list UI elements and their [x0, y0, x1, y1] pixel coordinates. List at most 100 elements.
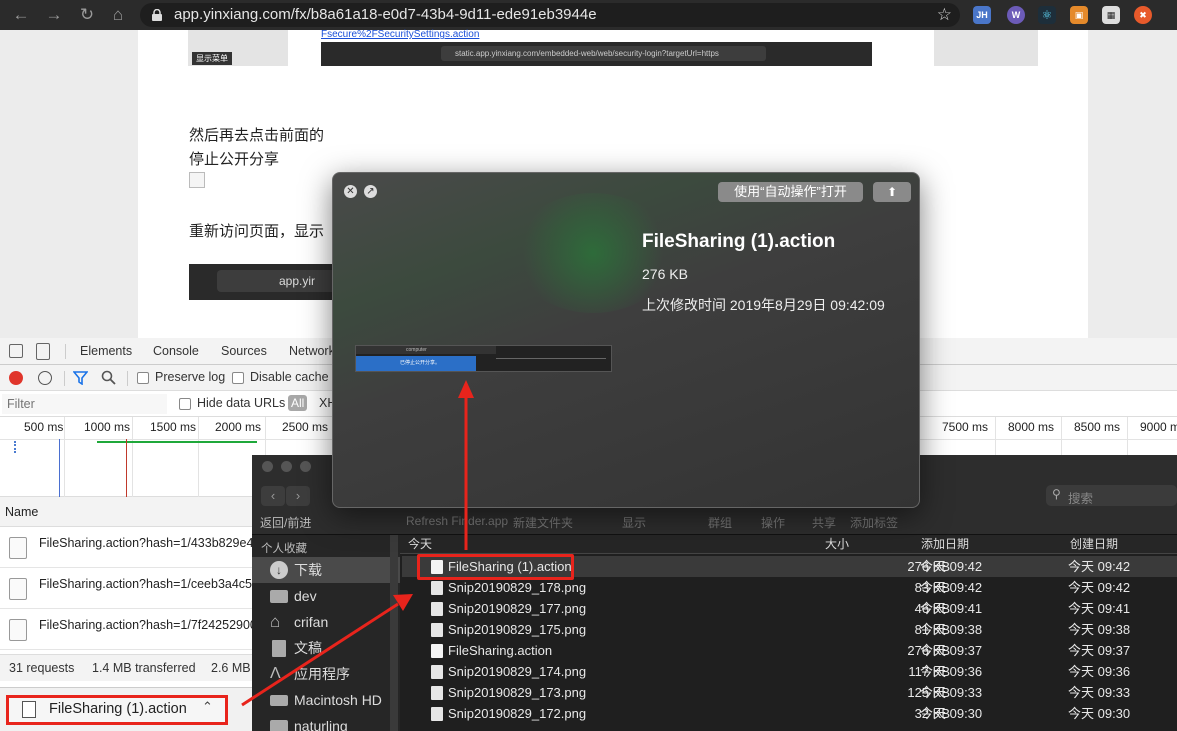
show-menu-label: 显示菜单	[192, 52, 232, 65]
document-icon	[9, 537, 27, 559]
sidebar-item-naturling[interactable]: naturling	[252, 713, 400, 731]
embedded-screenshot-url: static.app.yinxiang.com/embedded-web/web…	[321, 42, 872, 66]
file-date-added: 今天 09:42	[920, 580, 983, 595]
toolbar-new-folder[interactable]: 新建文件夹	[513, 514, 573, 531]
file-date-added: 今天 09:42	[920, 559, 983, 574]
address-bar[interactable]: app.yinxiang.com/fx/b8a61a18-e0d7-43b4-9…	[140, 3, 960, 27]
sidebar-label: naturling	[294, 718, 348, 731]
hide-data-urls-checkbox[interactable]	[179, 398, 191, 410]
tab-network[interactable]: Network	[289, 338, 335, 365]
share-icon[interactable]: ⬆	[873, 182, 911, 202]
timeline-tick: 7500 ms	[942, 420, 989, 434]
column-name[interactable]: 今天	[408, 535, 432, 554]
minimize-window-icon[interactable]	[281, 461, 292, 472]
finder-search-field[interactable]: ⚲ 搜索	[1046, 485, 1177, 506]
tab-elements[interactable]: Elements	[80, 338, 132, 365]
close-icon[interactable]: ✕	[344, 185, 357, 198]
extension-orange-icon[interactable]: ▣	[1070, 6, 1088, 24]
back-icon[interactable]: ←	[10, 4, 32, 26]
quicklook-title: FileSharing (1).action	[642, 231, 836, 252]
home-icon: ⌂	[270, 612, 281, 631]
file-row[interactable]: Snip20190829_173.png 125 KB 今天 09:33 今天 09:…	[402, 682, 1177, 703]
sidebar-item-documents[interactable]: 文稿	[252, 635, 400, 661]
toolbar-action[interactable]: 操作	[761, 514, 785, 531]
bookmark-star-icon[interactable]: ☆	[937, 3, 952, 27]
back-chevron-icon[interactable]: ‹	[261, 486, 285, 506]
file-date-created: 今天 09:37	[1068, 643, 1131, 658]
download-item[interactable]: FileSharing (1).action ⌃	[6, 695, 228, 725]
file-row[interactable]: FileSharing.action 276 KB 今天 09:37 今天 09:37	[402, 640, 1177, 661]
file-row[interactable]: Snip20190829_174.png 117 KB 今天 09:36 今天 09:…	[402, 661, 1177, 682]
filter-input[interactable]	[2, 394, 167, 414]
request-row[interactable]: FileSharing.action?hash=1/ceeb3a4c51	[0, 568, 259, 609]
chevron-up-icon[interactable]: ⌃	[202, 699, 213, 715]
preserve-log-label: Preserve log	[155, 370, 226, 384]
toolbar-refresh[interactable]: Refresh Finder.app	[406, 514, 508, 528]
divider	[127, 371, 128, 386]
home-icon[interactable]: ⌂	[107, 4, 129, 26]
quicklook-window: ✕ ↗ 使用“自动操作”打开 ⬆ FileSharing (1).action …	[332, 172, 920, 508]
inspect-element-icon[interactable]	[9, 344, 23, 358]
file-date-added: 今天 09:38	[920, 622, 983, 637]
file-date-added: 今天 09:36	[920, 664, 983, 679]
timeline-tick: 1000 ms	[84, 420, 131, 434]
name-column-header[interactable]: Name	[5, 505, 38, 519]
file-row[interactable]: Snip20190829_175.png 81 KB 今天 09:38 今天 09:3…	[402, 619, 1177, 640]
extension-w-icon[interactable]: W	[1007, 6, 1025, 24]
forward-icon[interactable]: →	[43, 4, 65, 26]
divider	[64, 371, 65, 386]
document-file-icon	[431, 644, 443, 658]
request-row[interactable]: FileSharing.action?hash=1/7f24252900	[0, 609, 257, 650]
timeline-bar	[97, 441, 257, 443]
filter-all-button[interactable]: All	[288, 395, 308, 411]
file-name: FileSharing.action	[448, 643, 553, 658]
requests-header: Name	[0, 497, 252, 527]
sidebar-scrollbar[interactable]	[390, 535, 398, 731]
record-icon[interactable]	[9, 371, 23, 385]
download-filename: FileSharing (1).action	[49, 701, 187, 717]
toolbar-share[interactable]: 共享	[812, 514, 836, 531]
toolbar-group[interactable]: 群组	[708, 514, 732, 531]
preserve-log-checkbox[interactable]	[137, 372, 149, 384]
disable-cache-checkbox[interactable]	[232, 372, 244, 384]
extension-jh-icon[interactable]: JH	[973, 6, 991, 24]
tab-sources[interactable]: Sources	[221, 338, 267, 365]
file-row[interactable]: Snip20190829_172.png 32 KB 今天 09:30 今天 09:3…	[402, 703, 1177, 724]
reload-icon[interactable]: ↻	[76, 4, 98, 26]
sidebar-item-applications[interactable]: Λ 应用程序	[252, 661, 400, 687]
react-devtools-icon[interactable]: ⚛	[1038, 6, 1056, 24]
clear-icon[interactable]	[38, 371, 52, 385]
request-row[interactable]: FileSharing.action?hash=1/433b829e4b	[0, 527, 260, 568]
extension-x-icon[interactable]: ✖	[1134, 6, 1152, 24]
sidebar-item-dev[interactable]: dev	[252, 583, 400, 609]
close-window-icon[interactable]	[262, 461, 273, 472]
column-date-added[interactable]: 添加日期	[921, 535, 969, 554]
qr-code-icon[interactable]: ▦	[1102, 6, 1120, 24]
forward-chevron-icon[interactable]: ›	[286, 486, 310, 506]
paragraph: 停止公开分享	[189, 151, 280, 168]
tab-console[interactable]: Console	[153, 338, 199, 365]
link-text[interactable]: Fsecure%2FSecuritySettings.action	[321, 29, 479, 40]
sidebar-item-macintosh-hd[interactable]: Macintosh HD	[252, 687, 400, 713]
file-row[interactable]: Snip20190829_178.png 83 KB 今天 09:42 今天 09:4…	[402, 577, 1177, 598]
request-name: FileSharing.action?hash=1/7f24252900	[39, 618, 257, 632]
file-name: Snip20190829_178.png	[448, 580, 587, 595]
sidebar-label: 应用程序	[294, 666, 350, 682]
zoom-window-icon[interactable]	[300, 461, 311, 472]
toolbar-view[interactable]: 显示	[622, 514, 646, 531]
sidebar-label: dev	[294, 588, 317, 604]
column-size[interactable]: 大小	[825, 535, 849, 554]
toolbar-add-tag[interactable]: 添加标签	[850, 514, 898, 531]
search-icon[interactable]	[101, 370, 116, 385]
download-bar: FileSharing (1).action ⌃	[0, 687, 252, 731]
fullscreen-icon[interactable]: ↗	[364, 185, 377, 198]
sidebar-item-downloads[interactable]: ↓ 下载	[252, 557, 400, 583]
file-row[interactable]: Snip20190829_177.png 46 KB 今天 09:41 今天 09:4…	[402, 598, 1177, 619]
device-toolbar-icon[interactable]	[36, 343, 50, 360]
filter-icon[interactable]	[73, 371, 88, 385]
image-file-icon	[431, 623, 443, 637]
timeline-tick: 500 ms	[24, 420, 64, 434]
column-date-created[interactable]: 创建日期	[1070, 535, 1118, 554]
open-with-automator-button[interactable]: 使用“自动操作”打开	[718, 182, 863, 202]
sidebar-item-crifan[interactable]: ⌂ crifan	[252, 609, 400, 635]
